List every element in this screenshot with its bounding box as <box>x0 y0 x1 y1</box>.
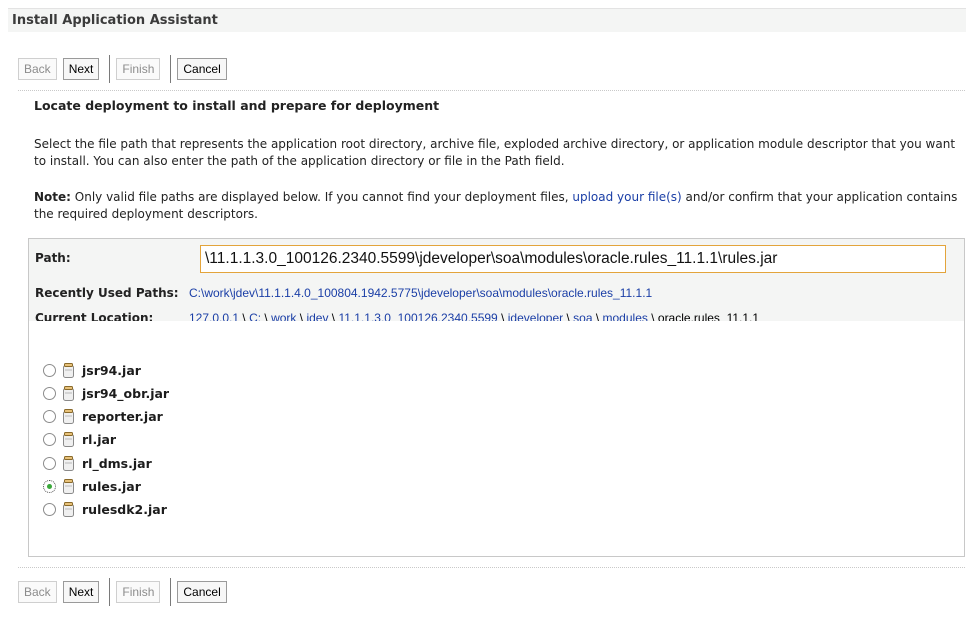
cancel-button[interactable]: Cancel <box>177 581 227 603</box>
button-separator <box>170 578 172 606</box>
jar-file-icon <box>63 432 74 448</box>
next-button[interactable]: Next <box>62 581 100 603</box>
file-list-item[interactable]: rl_dms.jar <box>43 454 152 472</box>
path-label: Path: <box>35 251 71 265</box>
note-label: Note: <box>34 190 71 204</box>
cancel-button[interactable]: Cancel <box>177 58 227 80</box>
radio-button[interactable] <box>43 456 56 470</box>
finish-button[interactable]: Finish <box>116 58 161 80</box>
radio-button[interactable] <box>43 363 56 377</box>
back-button[interactable]: Back <box>18 58 57 80</box>
note-text-before: Only valid file paths are displayed belo… <box>70 190 573 204</box>
jar-file-icon <box>63 455 74 471</box>
radio-button[interactable] <box>43 410 56 424</box>
back-button[interactable]: Back <box>18 581 57 603</box>
file-name: jsr94.jar <box>82 362 141 378</box>
file-name: reporter.jar <box>82 409 163 425</box>
divider <box>18 90 965 91</box>
bottom-button-bar: Back Next Finish Cancel <box>18 578 233 606</box>
section-heading: Locate deployment to install and prepare… <box>34 98 440 113</box>
jar-file-icon <box>63 479 74 494</box>
file-list: jsr94.jar jsr94_obr.jar reporter.jar rl.jar… <box>28 321 965 557</box>
radio-button[interactable] <box>43 386 56 400</box>
file-list-item[interactable]: jsr94.jar <box>43 361 141 379</box>
next-button[interactable]: Next <box>62 58 100 80</box>
finish-button[interactable]: Finish <box>116 581 161 603</box>
upload-files-link[interactable]: upload your file(s) <box>572 190 681 204</box>
button-separator <box>170 55 172 83</box>
file-name: jsr94_obr.jar <box>82 385 170 401</box>
file-list-item[interactable]: reporter.jar <box>43 408 163 426</box>
file-list-item[interactable]: rl.jar <box>43 431 116 449</box>
divider <box>18 567 965 568</box>
path-input[interactable]: \11.1.1.3.0_100126.2340.5599\jdeveloper\… <box>200 245 946 273</box>
jar-file-icon <box>63 362 74 378</box>
page-title: Install Application Assistant <box>8 8 966 32</box>
radio-button-selected[interactable] <box>43 480 56 493</box>
file-name: rl.jar <box>82 432 117 448</box>
recent-paths-label: Recently Used Paths: <box>35 286 179 300</box>
radio-button[interactable] <box>43 503 56 517</box>
button-separator <box>109 578 111 606</box>
note-text: Note: Only valid file paths are displaye… <box>34 189 959 223</box>
top-button-bar: Back Next Finish Cancel <box>18 55 233 83</box>
file-name: rulesdk2.jar <box>82 502 167 518</box>
recent-path-link[interactable]: C:\work\jdev\11.1.1.4.0_100804.1942.5775… <box>189 286 652 300</box>
jar-file-icon <box>63 385 74 401</box>
button-separator <box>109 55 111 83</box>
radio-button[interactable] <box>43 433 56 447</box>
jar-file-icon <box>63 502 74 518</box>
file-list-item[interactable]: jsr94_obr.jar <box>43 384 169 402</box>
file-name: rules.jar <box>82 479 141 494</box>
file-list-item[interactable]: rules.jar <box>43 478 141 496</box>
path-panel: Path: \11.1.1.3.0_100126.2340.5599\jdeve… <box>28 238 965 325</box>
file-list-item[interactable]: rulesdk2.jar <box>43 501 167 519</box>
file-name: rl_dms.jar <box>82 455 152 471</box>
section-description: Select the file path that represents the… <box>34 137 956 168</box>
jar-file-icon <box>63 409 74 425</box>
